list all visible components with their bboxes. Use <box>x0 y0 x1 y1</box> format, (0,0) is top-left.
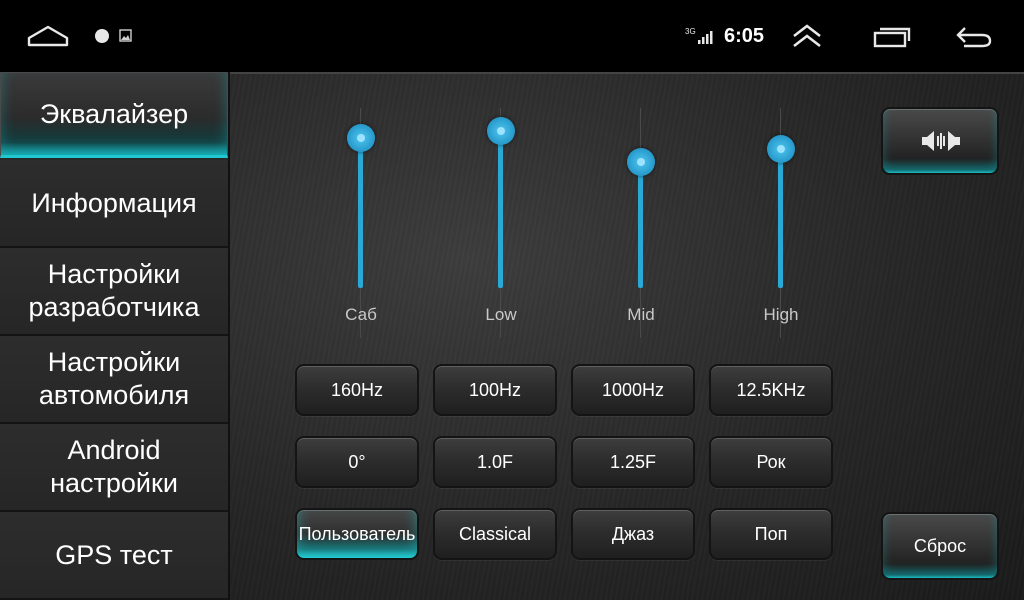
sidebar-item-label: Настройки разработчика <box>28 259 200 322</box>
equalizer-panel: Саб Low Mid High 160Hz 100Hz 1000Hz 12.5… <box>230 72 1024 600</box>
sidebar-item-label: GPS тест <box>55 539 173 570</box>
preset-button-user[interactable]: Пользователь <box>295 508 419 560</box>
slider-handle[interactable] <box>767 134 795 163</box>
image-icon <box>119 29 132 42</box>
frequency-button-high[interactable]: 12.5KHz <box>709 364 833 416</box>
speaker-balance-icon <box>922 131 960 151</box>
band-label-low: Low <box>485 305 517 324</box>
slider-handle[interactable] <box>487 117 515 146</box>
band-label-high: High <box>763 305 799 324</box>
preset-button-classical[interactable]: Classical <box>433 508 557 560</box>
frequency-button-low[interactable]: 100Hz <box>433 364 557 416</box>
band-label-mid: Mid <box>627 305 655 324</box>
recent-apps-icon[interactable] <box>872 26 912 48</box>
sidebar-item-label: Android настройки <box>50 435 178 498</box>
phase-button[interactable]: 0° <box>295 436 419 488</box>
q-factor-button-low[interactable]: 1.0F <box>433 436 557 488</box>
slider-fill <box>358 138 363 288</box>
sidebar-item-developer-settings[interactable]: Настройки разработчика <box>0 248 228 336</box>
slider-handle[interactable] <box>347 124 375 153</box>
sidebar-item-gps-test[interactable]: GPS тест <box>0 512 228 600</box>
frequency-button-sub[interactable]: 160Hz <box>295 364 419 416</box>
band-label-sub: Саб <box>345 305 377 324</box>
q-factor-button-mid[interactable]: 1.25F <box>571 436 695 488</box>
equalizer-screen: 3G 6:05 Эквалайзер Информация Настройки … <box>0 0 1024 600</box>
sidebar-item-android-settings[interactable]: Android настройки <box>0 424 228 512</box>
sidebar-item-label: Настройки автомобиля <box>38 347 190 410</box>
slider-fill <box>498 131 503 288</box>
reset-button[interactable]: Сброс <box>881 512 999 580</box>
home-icon[interactable] <box>26 22 70 50</box>
preset-button-rock[interactable]: Рок <box>709 436 833 488</box>
network-type-label: 3G <box>685 27 696 36</box>
settings-sidebar: Эквалайзер Информация Настройки разработ… <box>0 72 230 600</box>
signal-icon: 3G <box>685 27 713 44</box>
sound-field-button[interactable] <box>881 107 999 175</box>
notification-dot-icon <box>95 29 109 43</box>
slider-handle[interactable] <box>627 148 655 177</box>
status-time: 6:05 <box>724 25 765 47</box>
double-chevron-up-icon[interactable] <box>790 22 824 50</box>
frequency-button-mid[interactable]: 1000Hz <box>571 364 695 416</box>
slider-fill <box>778 148 783 288</box>
preset-button-pop[interactable]: Поп <box>709 508 833 560</box>
slider-fill <box>638 162 643 288</box>
sidebar-item-information[interactable]: Информация <box>0 160 228 248</box>
sidebar-item-label: Эквалайзер <box>39 98 189 129</box>
preset-button-jazz[interactable]: Джаз <box>571 508 695 560</box>
sidebar-item-equalizer[interactable]: Эквалайзер <box>0 72 228 158</box>
back-arrow-icon[interactable] <box>954 24 994 50</box>
sidebar-item-car-settings[interactable]: Настройки автомобиля <box>0 336 228 424</box>
sidebar-item-label: Информация <box>31 187 197 218</box>
status-bar: 3G 6:05 <box>0 0 1024 72</box>
